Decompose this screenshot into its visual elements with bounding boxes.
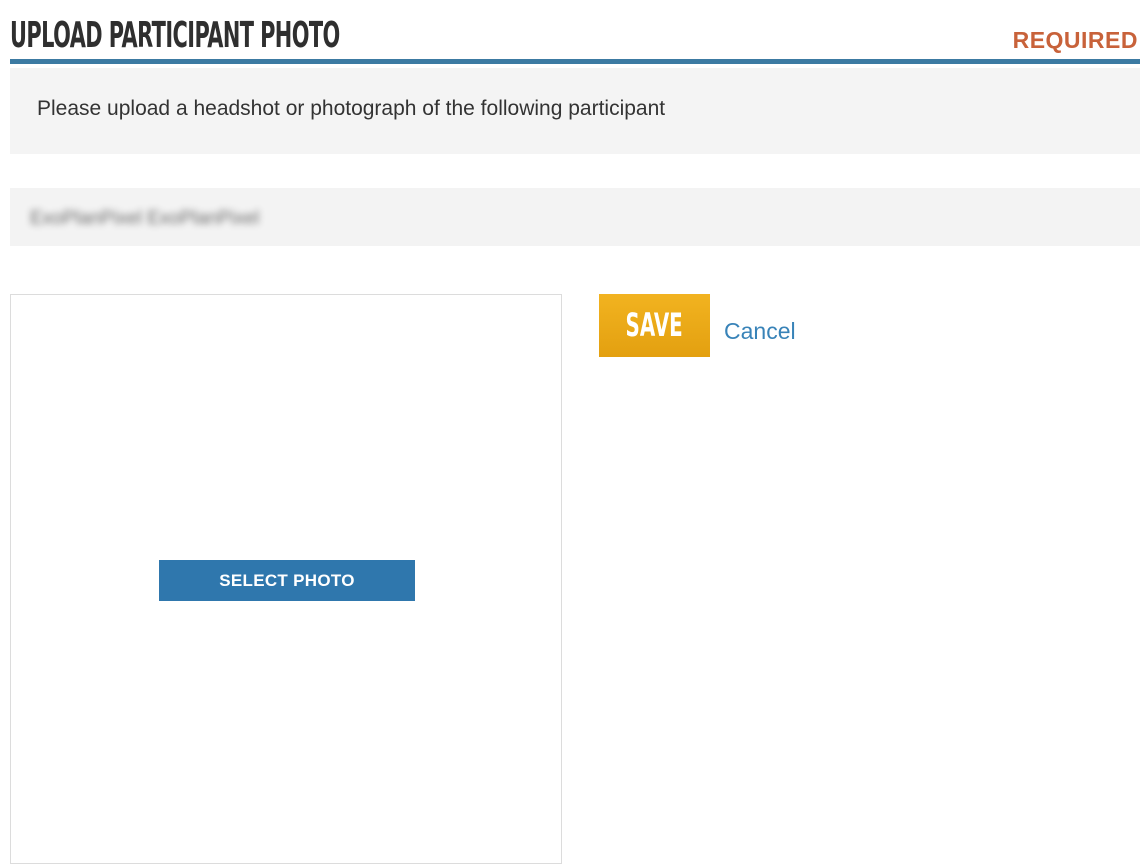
page-title: UPLOAD PARTICIPANT PHOTO	[10, 15, 340, 56]
instruction-text: Please upload a headshot or photograph o…	[37, 97, 666, 120]
save-button[interactable]: SAVE	[599, 294, 710, 357]
required-label: REQUIRED	[1012, 27, 1138, 53]
save-button-label: SAVE	[625, 306, 684, 344]
participant-name: ExoPlanPixel ExoPlanPixel	[30, 208, 260, 229]
cancel-link[interactable]: Cancel	[724, 318, 796, 345]
select-photo-button[interactable]: SELECT PHOTO	[159, 560, 415, 601]
photo-preview-area: SELECT PHOTO	[10, 294, 562, 864]
instruction-panel: Please upload a headshot or photograph o…	[10, 68, 1140, 154]
page-header: UPLOAD PARTICIPANT PHOTO REQUIRED	[10, 14, 1140, 64]
participant-name-panel: ExoPlanPixel ExoPlanPixel	[10, 188, 1140, 246]
